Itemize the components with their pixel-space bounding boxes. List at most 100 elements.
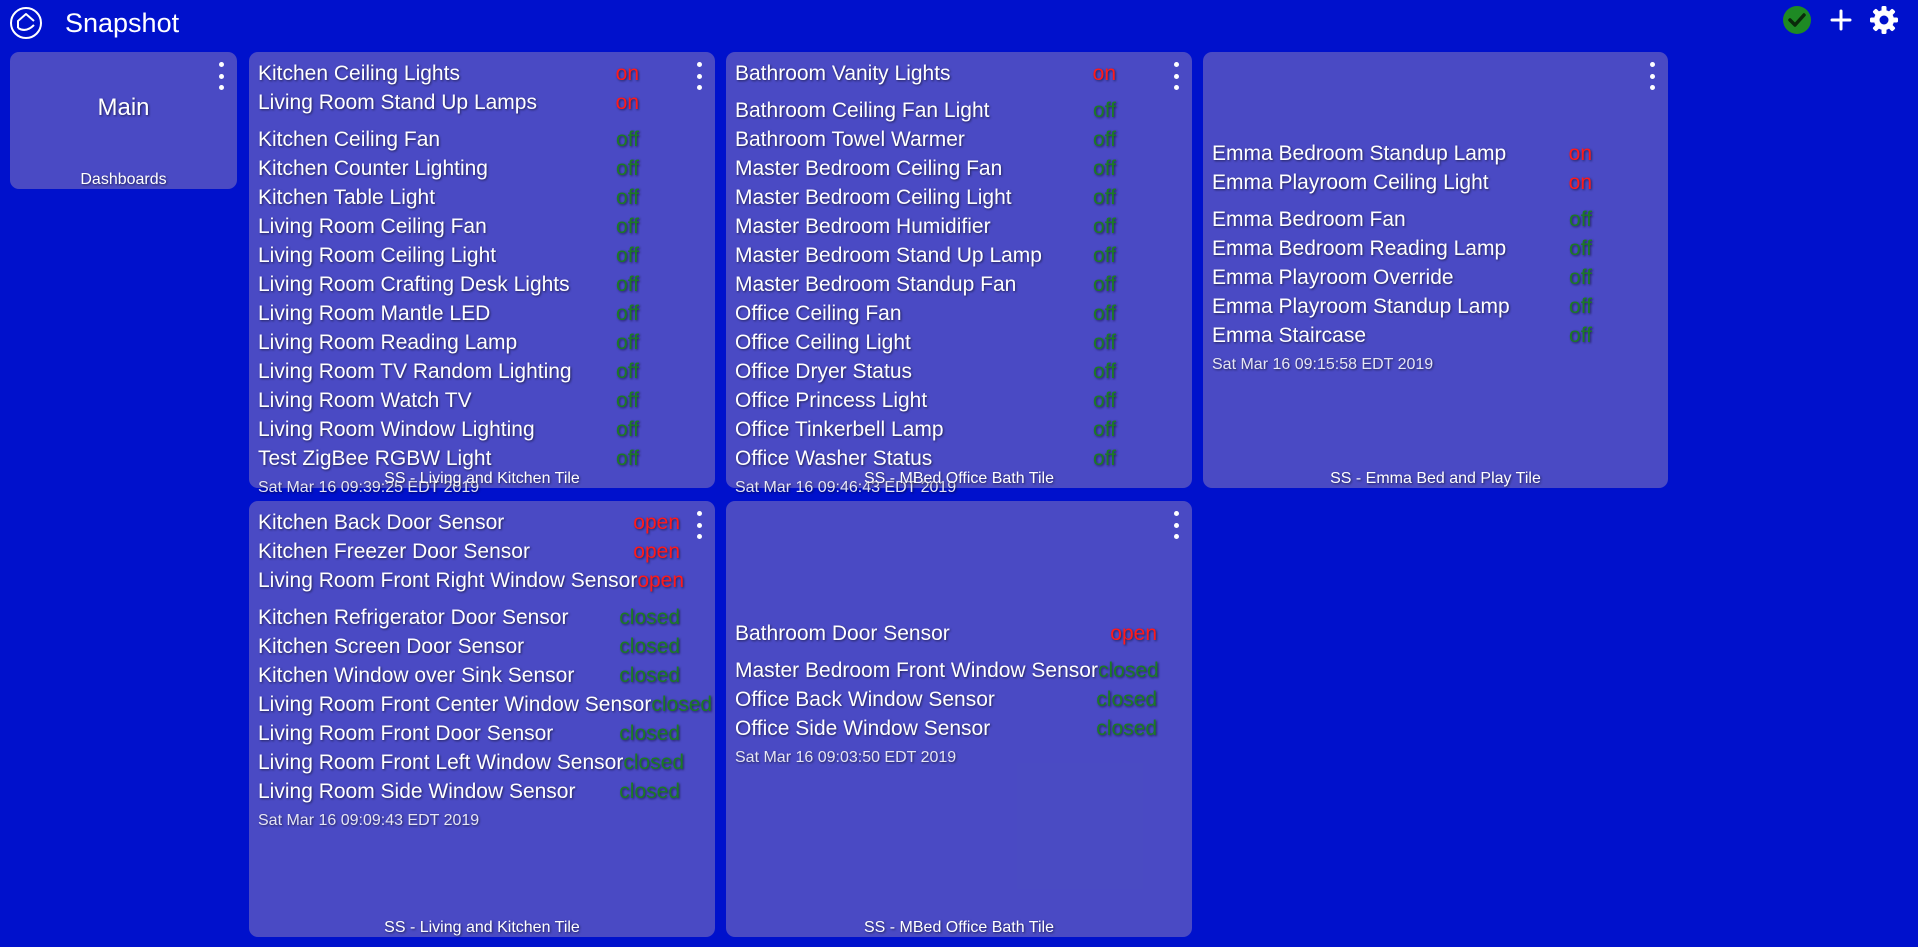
device-status: off — [1093, 215, 1116, 238]
device-name: Kitchen Screen Door Sensor — [258, 635, 525, 658]
device-name: Office Princess Light — [735, 389, 928, 412]
device-name: Emma Bedroom Standup Lamp — [1212, 142, 1507, 165]
mbed-office-bath-switch-tile[interactable]: Bathroom Vanity Lights on Bathroom Ceiling… — [726, 52, 1192, 496]
device-row[interactable]: Office Side Window Sensor closed — [735, 714, 1157, 743]
device-row[interactable]: Office Washer Status off — [735, 444, 1116, 473]
tile-menu-icon[interactable] — [212, 62, 230, 90]
device-row[interactable]: Living Room Ceiling Fan off — [258, 212, 639, 241]
device-row[interactable]: Office Dryer Status off — [735, 357, 1116, 386]
device-row[interactable]: Living Room Watch TV off — [258, 386, 639, 415]
device-name: Office Tinkerbell Lamp — [735, 418, 944, 441]
device-row[interactable]: Emma Staircase off — [1212, 321, 1592, 350]
device-row[interactable]: Kitchen Freezer Door Sensor open — [258, 537, 680, 566]
tile-menu-icon[interactable] — [1167, 62, 1185, 90]
device-name: Living Room Front Door Sensor — [258, 722, 554, 745]
device-status: off — [1093, 244, 1116, 267]
device-status: off — [1093, 389, 1116, 412]
device-row[interactable]: Master Bedroom Humidifier off — [735, 212, 1116, 241]
tile-menu-icon[interactable] — [690, 62, 708, 90]
device-row[interactable]: Living Room Front Center Window Sensor cl… — [258, 690, 712, 719]
device-row[interactable]: Kitchen Counter Lighting off — [258, 154, 639, 183]
device-name: Emma Bedroom Fan — [1212, 208, 1406, 231]
device-row[interactable]: Bathroom Ceiling Fan Light off — [735, 96, 1116, 125]
device-row[interactable]: Living Room Window Lighting off — [258, 415, 639, 444]
device-name: Emma Playroom Standup Lamp — [1212, 295, 1510, 318]
device-status: off — [1093, 331, 1116, 354]
emma-bed-play-switch-tile[interactable]: Emma Bedroom Standup Lamp on Emma Playroom… — [1203, 52, 1668, 488]
device-row[interactable]: Master Bedroom Standup Fan off — [735, 270, 1116, 299]
device-row[interactable]: Living Room Ceiling Light off — [258, 241, 639, 270]
device-row[interactable]: Master Bedroom Ceiling Light off — [735, 183, 1116, 212]
device-status: off — [1569, 266, 1592, 289]
device-row[interactable]: Emma Bedroom Fan off — [1212, 205, 1592, 234]
device-row[interactable]: Kitchen Screen Door Sensor closed — [258, 632, 680, 661]
device-row[interactable]: Living Room Front Door Sensor closed — [258, 719, 680, 748]
device-name: Master Bedroom Front Window Sensor — [735, 659, 1098, 682]
device-status: closed — [1096, 717, 1157, 740]
device-row[interactable]: Living Room Front Left Window Sensor clos… — [258, 748, 684, 777]
device-status: on — [1568, 142, 1592, 165]
plus-icon[interactable] — [1824, 3, 1858, 37]
device-status: closed — [623, 751, 685, 774]
device-row[interactable]: Living Room Mantle LED off — [258, 299, 639, 328]
device-name: Living Room Front Left Window Sensor — [258, 751, 624, 774]
living-kitchen-contact-tile[interactable]: Kitchen Back Door Sensor open Kitchen Free… — [249, 501, 715, 937]
device-row[interactable]: Master Bedroom Front Window Sensor closed — [735, 656, 1159, 685]
tile-menu-icon[interactable] — [1167, 511, 1185, 539]
device-name: Office Side Window Sensor — [735, 717, 991, 740]
living-kitchen-switch-tile[interactable]: Kitchen Ceiling Lights on Living Room Stan… — [249, 52, 715, 496]
device-row[interactable]: Master Bedroom Ceiling Fan off — [735, 154, 1116, 183]
home-icon[interactable] — [9, 6, 43, 40]
device-row[interactable]: Emma Playroom Ceiling Light on — [1212, 168, 1592, 197]
tile-menu-icon[interactable] — [690, 511, 708, 539]
device-row[interactable]: Kitchen Table Light off — [258, 183, 639, 212]
device-name: Office Ceiling Fan — [735, 302, 902, 325]
device-row[interactable]: Office Ceiling Fan off — [735, 299, 1116, 328]
device-row[interactable]: Living Room TV Random Lighting off — [258, 357, 639, 386]
device-row[interactable]: Kitchen Ceiling Lights on — [258, 59, 639, 88]
device-row[interactable]: Living Room Stand Up Lamps on — [258, 88, 639, 117]
device-status: open — [1110, 622, 1157, 645]
device-status: off — [1093, 128, 1116, 151]
device-name: Living Room Front Center Window Sensor — [258, 693, 652, 716]
device-row[interactable]: Office Back Window Sensor closed — [735, 685, 1157, 714]
device-row[interactable]: Living Room Reading Lamp off — [258, 328, 639, 357]
device-status: off — [1093, 360, 1116, 383]
device-row[interactable]: Master Bedroom Stand Up Lamp off — [735, 241, 1116, 270]
gear-icon[interactable] — [1867, 3, 1901, 37]
device-status: closed — [651, 693, 713, 716]
device-list: Emma Bedroom Standup Lamp on Emma Playroom… — [1212, 139, 1592, 374]
main-dashboard-tile[interactable]: Main Dashboards — [10, 52, 237, 189]
device-row[interactable]: Emma Playroom Standup Lamp off — [1212, 292, 1592, 321]
page-title: Snapshot — [65, 8, 180, 38]
device-status: on — [615, 91, 639, 114]
device-row[interactable]: Test ZigBee RGBW Light off — [258, 444, 639, 473]
device-row[interactable]: Living Room Crafting Desk Lights off — [258, 270, 639, 299]
device-row[interactable]: Office Ceiling Light off — [735, 328, 1116, 357]
tile-menu-icon[interactable] — [1643, 62, 1661, 90]
device-row[interactable]: Kitchen Refrigerator Door Sensor closed — [258, 603, 680, 632]
device-row[interactable]: Kitchen Window over Sink Sensor closed — [258, 661, 680, 690]
device-name: Test ZigBee RGBW Light — [258, 447, 492, 470]
device-row[interactable]: Living Room Front Right Window Sensor ope… — [258, 566, 684, 595]
device-row[interactable]: Living Room Side Window Sensor closed — [258, 777, 680, 806]
device-row[interactable]: Kitchen Back Door Sensor open — [258, 508, 680, 537]
device-status: off — [1569, 208, 1592, 231]
device-name: Office Washer Status — [735, 447, 933, 470]
device-name: Kitchen Back Door Sensor — [258, 511, 505, 534]
device-row[interactable]: Bathroom Towel Warmer off — [735, 125, 1116, 154]
device-row[interactable]: Bathroom Vanity Lights on — [735, 59, 1116, 88]
device-name: Kitchen Counter Lighting — [258, 157, 488, 180]
device-row[interactable]: Kitchen Ceiling Fan off — [258, 125, 639, 154]
mbed-office-bath-contact-tile[interactable]: Bathroom Door Sensor open Master Bedroom F… — [726, 501, 1192, 937]
device-row[interactable]: Bathroom Door Sensor open — [735, 619, 1157, 648]
device-status: off — [616, 447, 639, 470]
device-row[interactable]: Emma Bedroom Standup Lamp on — [1212, 139, 1592, 168]
device-row[interactable]: Emma Playroom Override off — [1212, 263, 1592, 292]
device-name: Living Room Side Window Sensor — [258, 780, 576, 803]
device-status: closed — [619, 635, 680, 658]
device-row[interactable]: Office Tinkerbell Lamp off — [735, 415, 1116, 444]
device-row[interactable]: Office Princess Light off — [735, 386, 1116, 415]
device-row[interactable]: Emma Bedroom Reading Lamp off — [1212, 234, 1592, 263]
check-circle-icon[interactable] — [1780, 3, 1814, 37]
